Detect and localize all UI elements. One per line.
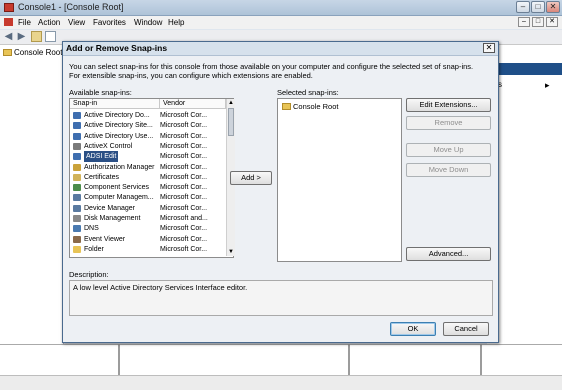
mmc-app-icon (4, 3, 14, 12)
add-remove-snapins-dialog: Add or Remove Snap-ins ✕ You can select … (62, 41, 499, 343)
adsi-icon (73, 153, 81, 161)
column-header-snapin[interactable]: Snap-in (70, 99, 160, 109)
description-text: A low level Active Directory Services In… (73, 283, 248, 292)
folder-icon (3, 49, 12, 56)
pane-divider (348, 344, 350, 375)
selected-snapins-label: Selected snap-ins: (277, 88, 339, 97)
dns-icon (73, 225, 81, 233)
activex-icon (73, 142, 81, 150)
status-bar (0, 375, 562, 390)
menu-favorites[interactable]: Favorites (93, 18, 126, 27)
authorization-icon (73, 163, 81, 171)
pane-divider (480, 344, 482, 375)
forward-icon[interactable]: ▶ (16, 31, 27, 42)
edit-extensions-button[interactable]: Edit Extensions... (406, 98, 491, 112)
actions-expand-arrow-icon[interactable]: ▸ (545, 80, 550, 91)
console-tree-pane: Console Root (0, 45, 64, 375)
certificates-icon (73, 173, 81, 181)
menu-bar: File Action View Favorites Window Help (0, 16, 562, 29)
up-folder-icon[interactable] (31, 31, 42, 42)
computer-management-icon (73, 194, 81, 202)
snapin-name: Folder (84, 245, 104, 253)
snapin-row[interactable]: Folder Microsoft Cor... (70, 244, 226, 255)
mdi-minimize-button[interactable]: – (518, 17, 530, 27)
ad-sites-icon (73, 122, 81, 130)
ok-button[interactable]: OK (390, 322, 436, 336)
menu-file[interactable]: File (18, 18, 31, 27)
ad-icon (73, 112, 81, 119)
advanced-button[interactable]: Advanced... (406, 247, 491, 261)
scroll-up-arrow-icon[interactable]: ▲ (227, 99, 235, 107)
disk-icon (73, 215, 81, 222)
close-button[interactable]: ✕ (546, 1, 560, 13)
add-button[interactable]: Add > (230, 171, 272, 185)
pane-divider (118, 344, 120, 375)
selected-item-label: Console Root (293, 102, 339, 111)
available-snapins-label: Available snap-ins: (69, 88, 132, 97)
move-down-button[interactable]: Move Down (406, 163, 491, 177)
window-title: Console1 - [Console Root] (18, 2, 124, 12)
move-up-button[interactable]: Move Up (406, 143, 491, 157)
description-box: A low level Active Directory Services In… (69, 280, 493, 316)
available-snapins-list[interactable]: Snap-in Vendor Active Directory Do... Mic… (69, 98, 235, 258)
window-title-bar[interactable]: Console1 - [Console Root] – □ ✕ (0, 0, 562, 16)
selected-snapins-list[interactable]: Console Root (277, 98, 402, 262)
cancel-button[interactable]: Cancel (443, 322, 489, 336)
tree-item-label: Console Root (14, 48, 63, 57)
event-viewer-icon (73, 235, 81, 243)
back-icon[interactable]: ◀ (3, 31, 14, 42)
menu-view[interactable]: View (68, 18, 85, 27)
ad-users-icon (73, 132, 81, 140)
mdi-restore-button[interactable]: □ (532, 17, 544, 27)
results-pane-bottom (0, 344, 562, 376)
folder-icon (282, 103, 291, 110)
device-manager-icon (73, 204, 81, 212)
dialog-title: Add or Remove Snap-ins (66, 43, 168, 53)
folder-icon (73, 245, 81, 253)
menu-window[interactable]: Window (134, 18, 162, 27)
mmc-window: Console1 - [Console Root] – □ ✕ File Act… (0, 0, 562, 390)
snapin-vendor: Microsoft Cor... (160, 245, 208, 253)
scroll-down-arrow-icon[interactable]: ▼ (227, 248, 235, 256)
menu-help[interactable]: Help (168, 18, 184, 27)
description-label: Description: (69, 270, 109, 279)
dialog-title-bar[interactable]: Add or Remove Snap-ins ✕ (63, 42, 498, 56)
mdi-close-button[interactable]: ✕ (546, 17, 558, 27)
show-hide-tree-icon[interactable] (45, 31, 56, 42)
scroll-thumb[interactable] (228, 108, 234, 136)
menu-action[interactable]: Action (38, 18, 60, 27)
dialog-intro-text: You can select snap-ins for this console… (69, 62, 474, 80)
component-services-icon (73, 184, 81, 192)
tree-item-console-root[interactable]: Console Root (3, 48, 62, 57)
maximize-button[interactable]: □ (531, 1, 545, 13)
selected-item-console-root[interactable]: Console Root (282, 102, 338, 111)
dialog-close-button[interactable]: ✕ (483, 43, 495, 53)
mdi-system-icon[interactable] (4, 18, 13, 26)
minimize-button[interactable]: – (516, 1, 530, 13)
column-header-vendor[interactable]: Vendor (160, 99, 226, 109)
remove-button[interactable]: Remove (406, 116, 491, 130)
